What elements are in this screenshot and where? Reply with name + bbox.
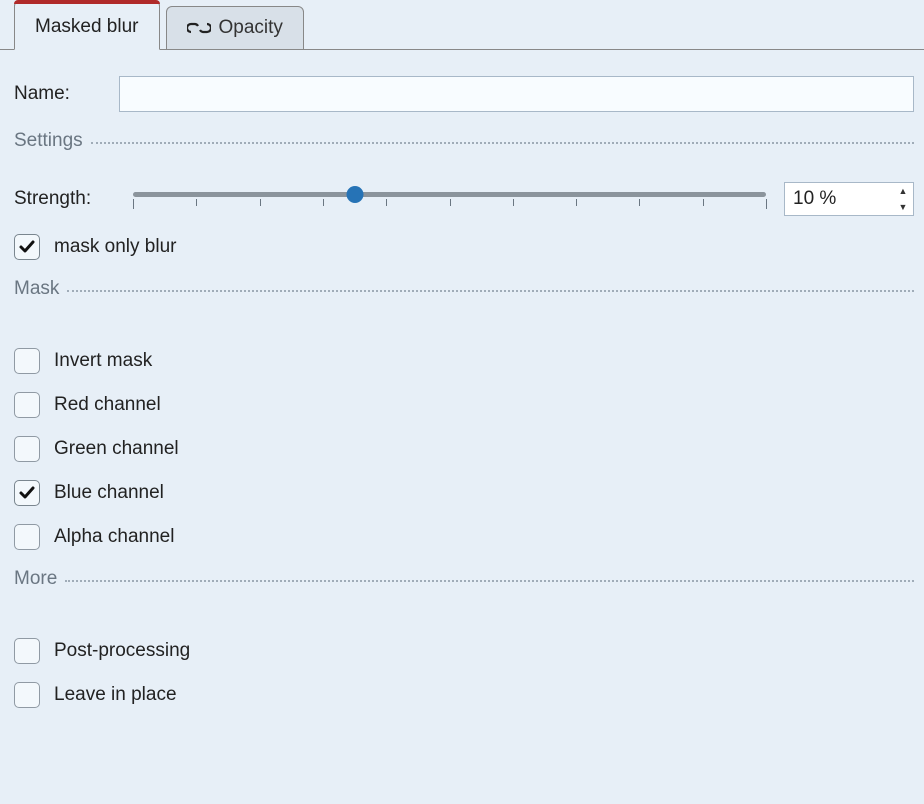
strength-label: Strength: <box>14 188 91 210</box>
name-input[interactable] <box>119 76 914 112</box>
tab-masked-blur[interactable]: Masked blur <box>14 0 160 50</box>
invert-mask-checkbox[interactable] <box>14 348 40 374</box>
post-processing-checkbox[interactable] <box>14 638 40 664</box>
tab-opacity[interactable]: Opacity <box>166 6 304 50</box>
red-channel-label: Red channel <box>54 394 161 416</box>
alpha-channel-checkbox[interactable] <box>14 524 40 550</box>
blue-channel-checkbox[interactable] <box>14 480 40 506</box>
tab-label: Opacity <box>219 17 283 39</box>
slider-thumb[interactable] <box>346 186 363 203</box>
section-mask: Mask <box>14 278 914 300</box>
leave-in-place-checkbox[interactable] <box>14 682 40 708</box>
section-settings: Settings <box>14 130 914 152</box>
post-processing-label: Post-processing <box>54 640 190 662</box>
spinner-up-icon[interactable]: ▲ <box>893 183 913 199</box>
invert-mask-label: Invert mask <box>54 350 152 372</box>
blue-channel-label: Blue channel <box>54 482 164 504</box>
strength-spinner[interactable]: 10 % ▲ ▼ <box>784 182 914 216</box>
mask-only-blur-checkbox[interactable] <box>14 234 40 260</box>
green-channel-checkbox[interactable] <box>14 436 40 462</box>
name-label: Name: <box>14 83 119 105</box>
tabs-bar: Masked blur Opacity <box>0 0 924 50</box>
section-more: More <box>14 568 914 590</box>
red-channel-checkbox[interactable] <box>14 392 40 418</box>
mask-only-blur-label: mask only blur <box>54 236 177 258</box>
tab-label: Masked blur <box>35 16 139 38</box>
strength-slider[interactable] <box>133 182 766 216</box>
alpha-channel-label: Alpha channel <box>54 526 174 548</box>
leave-in-place-label: Leave in place <box>54 684 177 706</box>
spinner-down-icon[interactable]: ▼ <box>893 199 913 215</box>
slider-track <box>133 192 766 197</box>
green-channel-label: Green channel <box>54 438 179 460</box>
strength-value[interactable]: 10 % <box>785 183 893 215</box>
chain-link-icon <box>187 19 211 37</box>
